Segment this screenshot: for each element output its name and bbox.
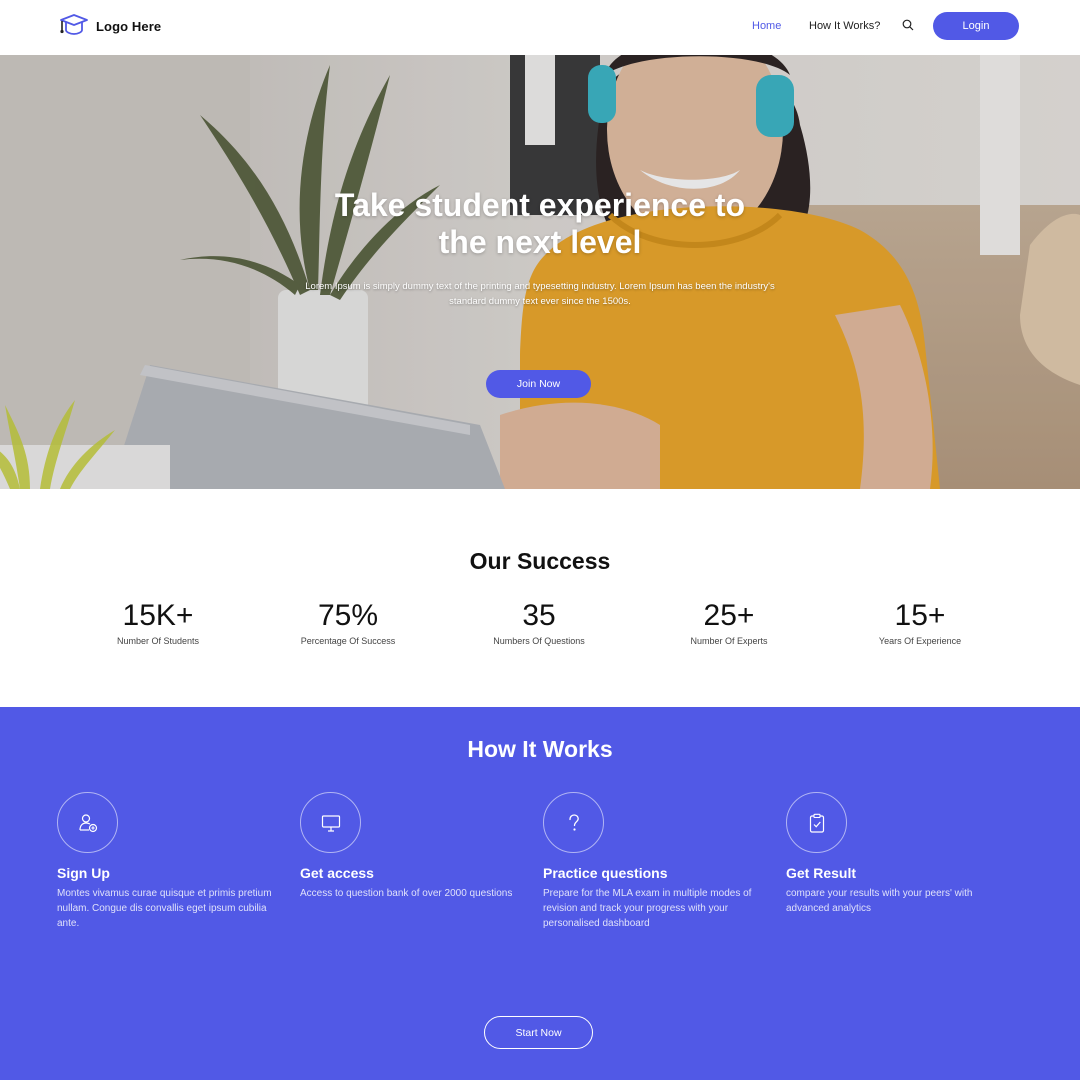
stat-value: 15+: [894, 599, 946, 632]
stat-value: 75%: [317, 599, 379, 632]
stat-value: 25+: [703, 599, 755, 632]
logo-text: Logo Here: [96, 18, 162, 34]
stat-label: Number Of Students: [116, 636, 200, 646]
hero-subtitle-line1: Lorem Ipsum is simply dummy text of the …: [305, 281, 775, 292]
stat-label: Number Of Experts: [690, 636, 768, 646]
hero-title-line2: the next level: [438, 224, 642, 260]
nav-how-it-works-link[interactable]: How It Works?: [809, 20, 880, 32]
navbar: Logo Here Home How It Works? Login: [0, 0, 1080, 55]
step-practice-questions: Practice questions Prepare for the MLA e…: [543, 792, 758, 931]
search-icon[interactable]: [902, 19, 914, 31]
step-description: compare your results with your peers' wi…: [786, 888, 973, 914]
question-icon: [568, 813, 579, 831]
step-get-result: Get Result compare your results with you…: [786, 792, 1001, 916]
step-title: Get Result: [786, 865, 857, 881]
stat-experts: 25+ Number Of Experts: [634, 598, 824, 646]
hero-title-line1: Take student experience to: [334, 187, 746, 223]
step-description: Access to question bank of over 2000 que…: [300, 888, 513, 899]
graduation-cap-icon: [60, 14, 88, 35]
stat-students: 15K+ Number Of Students: [63, 598, 253, 646]
how-it-works-section: How It Works Sign Up Montes vivamus cura…: [0, 707, 1080, 1080]
clipboard-check-icon: [809, 813, 824, 833]
start-now-button[interactable]: Start Now: [484, 1016, 593, 1049]
stat-success-rate: 75% Percentage Of Success: [253, 598, 443, 646]
hero-overlay: [0, 55, 1080, 489]
stat-label: Numbers Of Questions: [493, 636, 585, 646]
nav-home-link[interactable]: Home: [752, 20, 781, 32]
stat-value: 35: [522, 599, 556, 632]
step-description: Montes vivamus curae quisque et primis p…: [57, 888, 272, 929]
how-it-works-title: How It Works: [467, 736, 613, 762]
stat-questions: 35 Numbers Of Questions: [444, 598, 634, 646]
step-title: Sign Up: [57, 865, 110, 881]
stat-value: 15K+: [122, 599, 194, 632]
step-title: Practice questions: [543, 865, 668, 881]
step-icon-circle: [543, 792, 604, 853]
login-button[interactable]: Login: [933, 12, 1019, 40]
step-icon-circle: [57, 792, 118, 853]
stat-label: Years Of Experience: [878, 636, 962, 646]
step-icon-circle: [786, 792, 847, 853]
step-get-access: Get access Access to question bank of ov…: [300, 792, 515, 901]
success-title: Our Success: [469, 548, 611, 574]
hero-subtitle: Lorem Ipsum is simply dummy text of the …: [250, 279, 830, 309]
monitor-icon: [321, 814, 340, 832]
stat-label: Percentage Of Success: [300, 636, 396, 646]
join-now-button[interactable]: Join Now: [486, 370, 591, 398]
hero-section: Take student experience to the next leve…: [0, 55, 1080, 489]
step-description: Prepare for the MLA exam in multiple mod…: [543, 888, 752, 929]
stat-experience: 15+ Years Of Experience: [825, 598, 1015, 646]
logo[interactable]: Logo Here: [58, 13, 161, 39]
user-add-icon: [78, 813, 97, 832]
hero-title: Take student experience to the next leve…: [240, 187, 840, 261]
hero-subtitle-line2: standard dummy text ever since the 1500s…: [449, 296, 631, 307]
step-icon-circle: [300, 792, 361, 853]
step-title: Get access: [300, 865, 374, 881]
step-sign-up: Sign Up Montes vivamus curae quisque et …: [57, 792, 272, 931]
